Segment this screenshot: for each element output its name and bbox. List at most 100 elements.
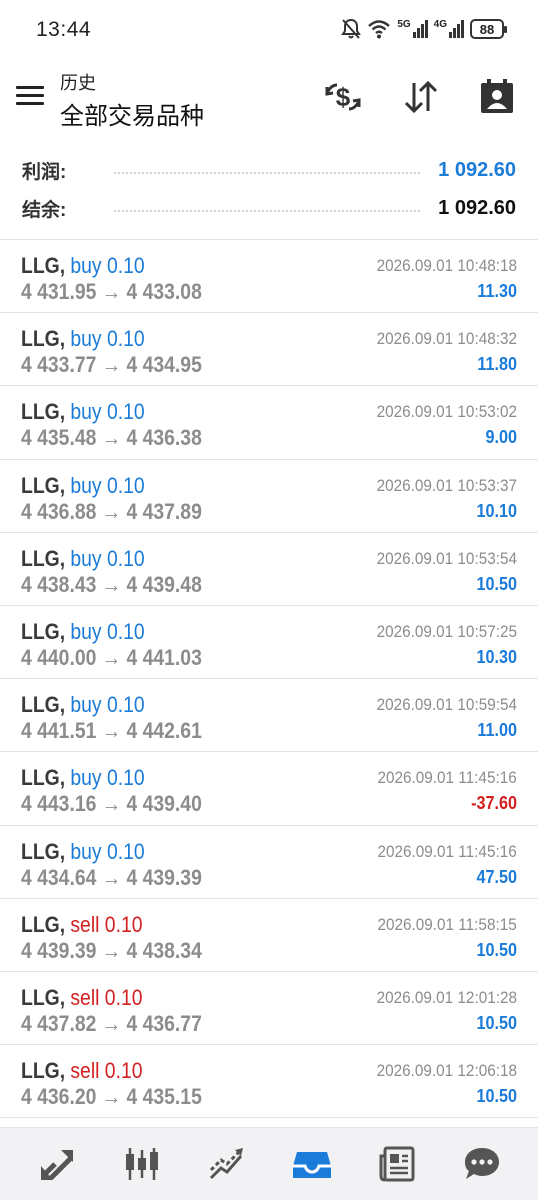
trade-symbol: LLG, [21,472,66,498]
trade-prices: 4 434.64 → 4 439.39 [21,864,202,890]
dollar-swap-icon: $ [325,82,361,112]
network-5g-label: 5G [397,19,411,30]
dotted-leader [114,172,421,174]
menu-button[interactable] [14,82,46,114]
balance-row: 结余: 1 092.60 [22,193,516,223]
trade-symbol: LLG, [21,618,66,644]
bottom-nav [0,1127,538,1200]
trade-title: LLG, sell 0.10 [21,985,142,1011]
trade-time: 2026.09.01 12:06:18 [376,1061,517,1081]
trade-row[interactable]: LLG, buy 0.10 4 434.64 → 4 439.39 2026.09.0… [0,826,538,899]
nav-trade[interactable] [197,1134,257,1194]
balance-label: 结余: [22,199,67,221]
summary-panel: 利润: 1 092.60 结余: 1 092.60 [0,150,538,238]
trade-row[interactable]: LLG, buy 0.10 4 435.48 → 4 436.38 2026.09.0… [0,386,538,460]
trade-profit: 9.00 [485,427,517,448]
trade-time: 2026.09.01 10:53:54 [376,548,517,568]
trade-title: LLG, buy 0.10 [21,692,145,718]
trade-symbol: LLG, [21,545,66,571]
trade-title: LLG, buy 0.10 [21,253,145,279]
history-icon [292,1152,331,1178]
profit-row: 利润: 1 092.60 [22,155,516,185]
profit-label: 利润: [22,161,67,183]
trade-row[interactable]: LLG, buy 0.10 4 440.00 → 4 441.03 2026.09.0… [0,606,538,680]
trade-prices: 4 436.88 → 4 437.89 [21,498,202,524]
trade-symbol: LLG, [21,399,66,425]
trade-row[interactable]: LLG, sell 0.10 4 439.39 → 4 438.34 2026.09.… [0,899,538,972]
trade-time: 2026.09.01 11:45:16 [377,768,517,788]
nav-chat[interactable] [452,1134,512,1194]
news-icon [379,1146,414,1182]
quotes-icon [40,1150,73,1180]
trade-row[interactable]: LLG, buy 0.10 4 431.95 → 4 433.08 2026.09.0… [0,240,538,314]
trade-prices: 4 431.95 → 4 433.08 [21,279,202,304]
trade-time: 2026.09.01 10:48:18 [376,256,517,275]
profit-value: 1 092.60 [438,158,516,181]
page-title: 历史 [60,73,96,93]
chat-icon [464,1148,499,1179]
trade-time: 2026.09.01 11:45:16 [377,841,517,861]
trade-direction: buy 0.10 [70,545,145,571]
trade-time: 2026.09.01 12:01:28 [376,987,517,1007]
status-time: 13:44 [36,18,92,41]
calendar-button[interactable] [476,76,518,118]
menu-icon [16,86,44,89]
trade-time: 2026.09.01 10:48:32 [376,329,517,349]
trade-profit: 47.50 [476,866,517,887]
trade-profit: 11.30 [477,281,517,301]
wifi-icon [368,20,391,39]
app-header: 历史 全部交易品种 $ [0,62,538,144]
nav-history[interactable] [282,1134,342,1194]
mute-bell-icon [341,18,362,39]
trade-profit: 10.50 [476,1086,517,1107]
trade-prices: 4 438.43 → 4 439.48 [21,571,202,597]
trade-direction: buy 0.10 [70,399,145,425]
trade-profit: 10.50 [476,573,517,594]
trade-profit: 10.50 [476,1012,517,1033]
balance-value: 1 092.60 [438,196,516,219]
trade-profit: 10.50 [476,939,517,960]
trade-direction: buy 0.10 [70,692,145,718]
trade-prices: 4 437.82 → 4 436.77 [21,1010,202,1036]
dotted-leader [114,210,421,212]
trade-title: LLG, buy 0.10 [21,839,145,865]
trade-row[interactable]: LLG, buy 0.10 4 436.88 → 4 437.89 2026.09.0… [0,460,538,533]
trade-icon [209,1148,243,1180]
svg-text:$: $ [336,82,351,112]
trade-prices: 4 436.20 → 4 435.15 [21,1084,202,1110]
trade-row[interactable]: LLG, sell 0.10 4 437.82 → 4 436.77 2026.09.… [0,972,538,1046]
signal-5g-icon: 5G [397,19,428,38]
trade-symbol: LLG, [21,911,66,937]
trade-symbol: LLG, [21,692,66,718]
trade-direction: buy 0.10 [70,472,145,498]
trade-time: 2026.09.01 10:53:02 [376,402,517,422]
trade-profit: -37.60 [471,793,517,814]
trade-prices: 4 440.00 → 4 441.03 [21,644,202,670]
battery-icon: 88 [470,19,507,39]
trade-symbol: LLG, [21,326,66,352]
trade-symbol: LLG, [21,253,66,278]
nav-quotes[interactable] [27,1134,87,1194]
trade-prices: 4 441.51 → 4 442.61 [21,718,202,744]
trade-row[interactable]: LLG, buy 0.10 4 433.77 → 4 434.95 2026.09.0… [0,313,538,387]
trade-title: LLG, buy 0.10 [21,546,145,572]
status-bar: 13:44 5G 4G 88 [0,0,538,62]
trade-profit: 10.30 [476,646,517,667]
nav-chart[interactable] [112,1134,172,1194]
nav-news[interactable] [367,1134,427,1194]
trade-row[interactable]: LLG, buy 0.10 4 443.16 → 4 439.40 2026.09.0… [0,752,538,826]
dollar-swap-button[interactable]: $ [322,76,364,118]
trade-row[interactable]: LLG, buy 0.10 4 438.43 → 4 439.48 2026.09.0… [0,533,538,606]
trade-row[interactable]: LLG, sell 0.10 4 436.20 → 4 435.15 2026.09.… [0,1045,538,1119]
trade-direction: buy 0.10 [70,838,145,864]
trade-title: LLG, buy 0.10 [21,619,145,645]
calendar-person-icon [481,79,513,113]
trade-title: LLG, buy 0.10 [21,399,145,425]
trade-list: LLG, buy 0.10 4 431.95 → 4 433.08 2026.09.0… [0,240,538,1119]
chart-icon [125,1148,158,1180]
sort-button[interactable] [400,76,442,118]
status-icons: 5G 4G 88 [341,17,507,41]
trade-symbol: LLG, [21,984,66,1010]
symbol-filter-title[interactable]: 全部交易品种 [60,96,204,131]
trade-row[interactable]: LLG, buy 0.10 4 441.51 → 4 442.61 2026.09.0… [0,679,538,753]
